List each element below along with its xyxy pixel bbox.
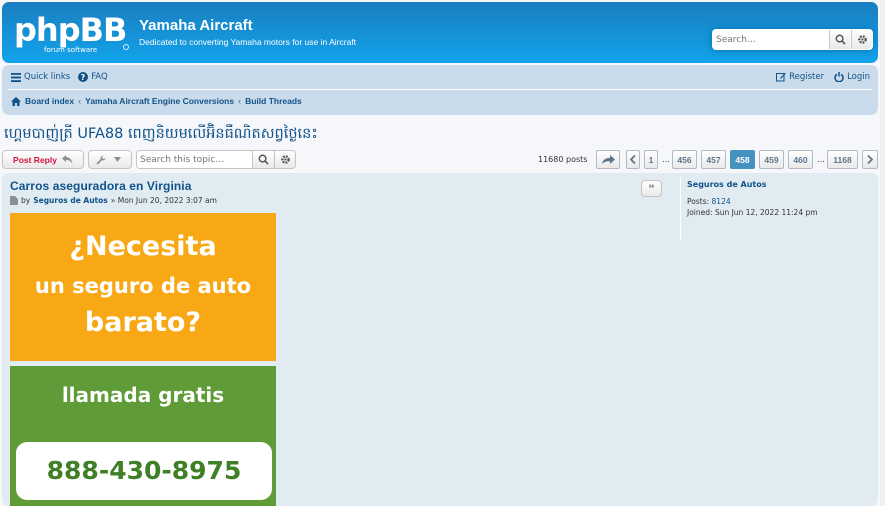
profile-joined: Joined: Sun Jun 12, 2022 11:24 pm	[687, 207, 818, 218]
svg-text:?: ?	[81, 73, 86, 82]
question-icon: ?	[78, 72, 89, 82]
by-label: by	[21, 196, 31, 205]
register-link[interactable]: Register	[776, 72, 824, 82]
profile-posts-value[interactable]: 8124	[712, 197, 731, 206]
quick-links-label: Quick links	[24, 72, 71, 82]
chevron-left-icon	[630, 155, 636, 164]
ad-line-3: barato?	[84, 307, 202, 338]
post-count: 11680 posts	[538, 155, 588, 164]
post-profile: Seguros de Autos Posts: 8124 Joined: Sun…	[687, 179, 818, 218]
topic-search-input[interactable]	[137, 151, 250, 168]
phpbb-logo[interactable]: phpBB forum software	[14, 11, 130, 55]
pencil-square-icon	[776, 73, 786, 82]
navbar-divider	[8, 89, 872, 90]
profile-posts: Posts: 8124	[687, 196, 818, 207]
breadcrumb-engine-conversions[interactable]: Yamaha Aircraft Engine Conversions	[85, 96, 234, 106]
reply-icon	[61, 155, 73, 164]
jump-to-page-button[interactable]	[596, 150, 620, 169]
header-search-box	[712, 29, 873, 50]
quick-links-menu[interactable]: Quick links	[11, 72, 70, 82]
page-scrollbar[interactable]	[880, 0, 885, 506]
post-author-name[interactable]: Seguros de Autos	[33, 196, 108, 205]
page-460[interactable]: 460	[788, 150, 813, 169]
post-file-icon[interactable]	[10, 196, 18, 205]
breadcrumb-board-index[interactable]: Board index	[25, 96, 74, 106]
faq-label: FAQ	[91, 72, 108, 82]
breadcrumb-build-threads[interactable]: Build Threads	[245, 96, 302, 106]
topic-tools-button[interactable]	[88, 150, 132, 169]
header-search-input[interactable]	[714, 31, 827, 48]
post: Carros aseguradora en Virginia by Seguro…	[2, 173, 878, 506]
ad-phone-box: 888-430-8975	[16, 442, 272, 500]
home-icon	[11, 96, 21, 106]
breadcrumb-separator: ‹	[238, 96, 242, 106]
quote-button[interactable]: ❝	[641, 180, 662, 197]
topic-title[interactable]: ហ្គេមបាញ់ត្រី UFA88 ពេញនិយមលើអ៊ិនធឺណិតសព…	[4, 125, 318, 146]
navbar: Quick links ? FAQ Register Login Board i…	[2, 65, 878, 115]
caret-down-icon	[114, 157, 121, 162]
profile-joined-label: Joined:	[687, 208, 713, 217]
logo-text: phpBB	[14, 11, 126, 49]
ad-line-1: ¿Necesita	[69, 231, 217, 262]
site-description: Dedicated to converting Yamaha motors fo…	[139, 37, 357, 47]
user-links: Register Login	[776, 72, 870, 82]
page-457[interactable]: 457	[701, 150, 726, 169]
next-page-button[interactable]	[862, 150, 878, 169]
profile-posts-label: Posts:	[687, 197, 710, 206]
profile-divider	[680, 177, 681, 240]
post-date: » Mon Jun 20, 2022 3:07 am	[110, 196, 217, 205]
post-author-line: by Seguros de Autos » Mon Jun 20, 2022 3…	[10, 196, 217, 205]
previous-page-button[interactable]	[626, 150, 640, 169]
login-link[interactable]: Login	[834, 72, 870, 82]
topic-advanced-search-button[interactable]	[274, 151, 295, 168]
site-title[interactable]: Yamaha Aircraft	[139, 17, 253, 34]
post-reply-button[interactable]: Post Reply	[2, 150, 84, 169]
page-456[interactable]: 456	[672, 150, 697, 169]
ad-line-4: llamada gratis	[61, 383, 225, 407]
gear-icon	[281, 155, 290, 164]
page-last[interactable]: 1168	[827, 150, 858, 169]
profile-joined-value: Sun Jun 12, 2022 11:24 pm	[714, 208, 818, 217]
logo-sub: forum software	[44, 46, 97, 54]
faq-link[interactable]: ? FAQ	[78, 72, 108, 82]
chevron-right-icon	[867, 155, 873, 164]
breadcrumb-separator: ‹	[78, 96, 82, 106]
pagination-ellipsis: …	[662, 155, 670, 164]
profile-username[interactable]: Seguros de Autos	[687, 179, 818, 190]
share-arrow-icon	[601, 155, 615, 164]
hamburger-icon	[11, 72, 21, 82]
pagination-ellipsis: …	[817, 155, 825, 164]
ad-line-2: un seguro de auto	[34, 274, 252, 298]
header-advanced-search-button[interactable]	[851, 30, 872, 49]
search-icon	[258, 154, 269, 165]
power-icon	[834, 72, 844, 82]
breadcrumb: Board index ‹ Yamaha Aircraft Engine Con…	[11, 96, 302, 106]
page-first[interactable]: 1	[644, 150, 658, 169]
quick-links-row: Quick links ? FAQ	[11, 72, 108, 82]
quote-icon: ❝	[648, 182, 655, 195]
ad-phone-number: 888-430-8975	[46, 456, 242, 485]
page-459[interactable]: 459	[759, 150, 784, 169]
gear-icon	[857, 35, 867, 44]
register-label: Register	[789, 72, 825, 82]
ad-top-panel: ¿Necesita un seguro de auto barato?	[10, 213, 276, 361]
page-current[interactable]: 458	[730, 150, 755, 169]
header-search-button[interactable]	[829, 30, 850, 49]
login-label: Login	[847, 72, 870, 82]
post-title[interactable]: Carros aseguradora en Virginia	[10, 179, 192, 193]
wrench-icon	[96, 154, 106, 165]
topic-search-box	[136, 150, 296, 169]
topic-search-button[interactable]	[252, 151, 274, 168]
search-icon	[835, 34, 846, 45]
insurance-ad-image: ¿Necesita un seguro de auto barato? llam…	[10, 213, 276, 506]
header-bar: phpBB forum software Yamaha Aircraft Ded…	[2, 2, 878, 63]
post-reply-label: Post Reply	[13, 154, 57, 165]
